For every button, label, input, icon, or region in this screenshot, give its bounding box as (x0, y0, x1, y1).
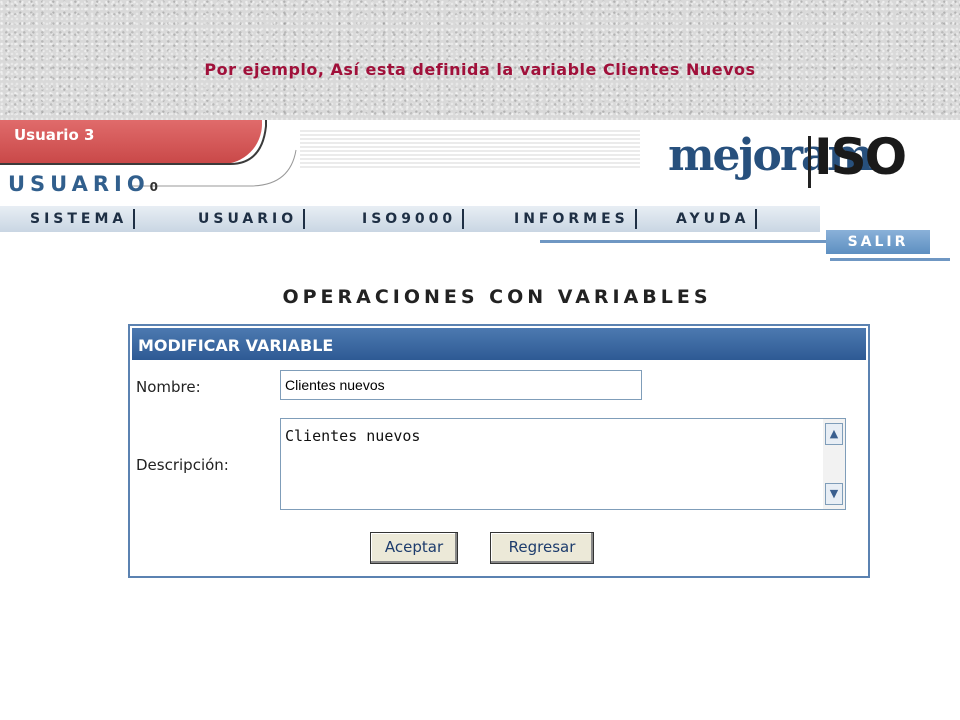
menu-item-ayuda[interactable]: AYUDA (676, 209, 758, 229)
back-button[interactable]: Regresar (490, 532, 594, 564)
accept-button[interactable]: Aceptar (370, 532, 458, 564)
logout-button[interactable]: SALIR (826, 230, 930, 254)
user-role-text: USUARIO (8, 172, 150, 196)
user-role-suffix: 0 (149, 180, 159, 194)
mejoramiso-logo: mejoram ISO (668, 128, 907, 192)
name-label: Nombre: (136, 378, 201, 396)
menu-item-usuario[interactable]: USUARIO (198, 209, 306, 229)
slide-title: Por ejemplo, Así esta definida la variab… (204, 60, 756, 79)
app-header: Usuario 3 USUARIO0 mejoram ISO SISTEMA U… (0, 120, 960, 268)
main-menu: SISTEMA USUARIO ISO9000 INFORMES AYUDA (0, 206, 820, 232)
description-textarea[interactable]: Clientes nuevos ▲ ▼ (280, 418, 846, 510)
slide-banner: Por ejemplo, Así esta definida la variab… (0, 0, 960, 120)
menu-item-sistema[interactable]: SISTEMA (30, 209, 136, 229)
logo-divider (808, 136, 811, 188)
modify-variable-form: MODIFICAR VARIABLE Nombre: Descripción: … (128, 324, 870, 578)
description-scrollbar[interactable]: ▲ ▼ (823, 419, 845, 509)
form-title: MODIFICAR VARIABLE (132, 328, 866, 360)
user-role: USUARIO0 (8, 172, 158, 196)
menu-item-informes[interactable]: INFORMES (514, 209, 637, 229)
logo-right-text: ISO (814, 128, 907, 186)
menu-accent-line-2 (830, 258, 950, 261)
scroll-up-icon[interactable]: ▲ (825, 423, 843, 445)
page-heading: OPERACIONES CON VARIABLES (282, 286, 712, 308)
scroll-down-icon[interactable]: ▼ (825, 483, 843, 505)
header-stripes (300, 130, 640, 170)
menu-accent-line (540, 240, 830, 243)
description-text: Clientes nuevos (285, 427, 421, 445)
description-label: Descripción: (136, 456, 229, 474)
name-input[interactable] (280, 370, 642, 400)
menu-item-iso9000[interactable]: ISO9000 (362, 209, 465, 229)
